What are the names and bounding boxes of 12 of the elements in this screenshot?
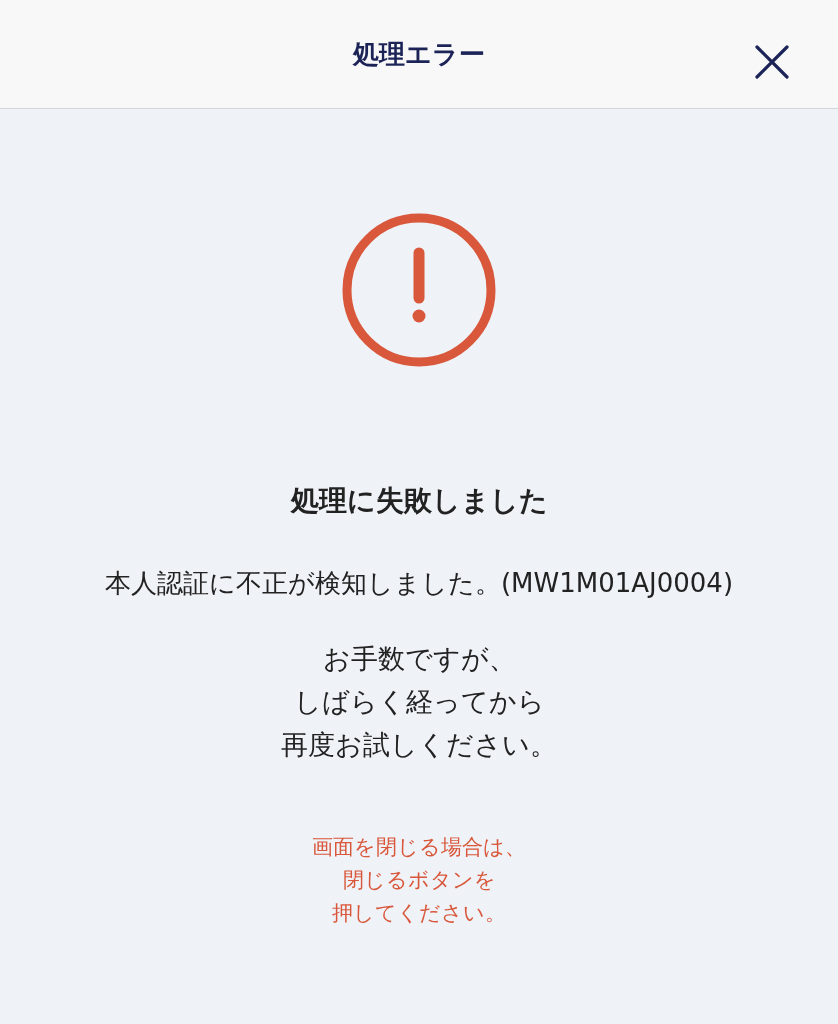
error-heading: 処理に失敗しました <box>290 483 548 519</box>
close-icon <box>754 44 790 80</box>
close-hint-line: 画面を閉じる場合は、 <box>312 834 526 861</box>
screen-title: 処理エラー <box>353 37 485 71</box>
advice-line: 再度お試しください。 <box>281 728 557 762</box>
close-hint-line: 閉じるボタンを <box>342 867 496 894</box>
close-button[interactable] <box>754 44 790 80</box>
error-message: 本人認証に不正が検知しました。(MW1M01AJ0004) <box>104 567 734 600</box>
close-hint-line: 押してください。 <box>332 900 506 927</box>
warning-icon <box>342 213 496 367</box>
advice-line: お手数ですが、 <box>322 642 516 676</box>
advice-line: しばらく経ってから <box>293 685 545 719</box>
